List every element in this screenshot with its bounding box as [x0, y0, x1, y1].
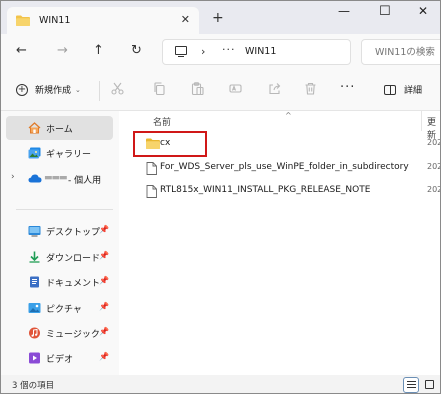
share-icon[interactable]	[268, 82, 281, 99]
tiles-view-button[interactable]	[422, 377, 438, 393]
more-options-button[interactable]: ···	[340, 80, 355, 95]
title-bar: WIN11 ✕ + — ☐ ✕	[1, 1, 440, 34]
cut-icon[interactable]	[111, 82, 124, 99]
pin-icon[interactable]: 📌	[99, 225, 109, 234]
details-label: 詳細	[404, 86, 423, 96]
delete-icon[interactable]	[304, 82, 317, 99]
sidebar-item-desktop[interactable]: デスクトップ 📌	[6, 219, 113, 243]
breadcrumb-current[interactable]: WIN11	[245, 46, 276, 57]
file-date: 202	[427, 162, 441, 171]
list-view-icon	[407, 381, 416, 389]
column-header-date[interactable]: 更新	[427, 115, 440, 141]
gallery-icon	[28, 147, 41, 159]
minimize-button[interactable]: —	[338, 4, 350, 18]
sidebar-item-onedrive[interactable]: › ▬▬▬ - 個人用	[6, 167, 113, 191]
command-bar: + 新規作成 ⌄ ··· 詳細	[1, 71, 440, 111]
sidebar-item-label: ギャラリー	[46, 150, 92, 160]
address-row: ← → ↑ ↻ › ··· WIN11	[1, 34, 440, 71]
redacted-account-name: ▬▬▬	[44, 173, 67, 183]
pin-icon[interactable]: 📌	[99, 352, 109, 361]
sidebar-divider	[16, 209, 113, 210]
sidebar-item-label: ホーム	[46, 125, 73, 135]
sort-ascending-icon: ^	[285, 111, 292, 120]
forward-button[interactable]: →	[57, 43, 68, 58]
details-pane-icon	[384, 84, 396, 95]
new-label: 新規作成	[35, 86, 72, 96]
item-count: 3 個の項目	[12, 381, 55, 391]
sidebar-item-pictures[interactable]: ピクチャ 📌	[6, 296, 113, 320]
search-box[interactable]	[361, 39, 440, 65]
sidebar-item-documents[interactable]: ドキュメント 📌	[6, 270, 113, 294]
details-view-button[interactable]	[403, 377, 419, 393]
expand-chevron-icon[interactable]: ›	[11, 172, 15, 182]
sidebar-item-label: ピクチャ	[46, 305, 82, 315]
sidebar-item-music[interactable]: ミュージック 📌	[6, 321, 113, 345]
file-list-pane: ^ 名前 更新 cx 202 For_WDS_Server_pls_use_Wi…	[119, 111, 441, 375]
close-button[interactable]: ✕	[418, 4, 428, 18]
back-button[interactable]: ←	[16, 43, 27, 58]
sidebar-item-gallery[interactable]: ギャラリー	[6, 141, 113, 165]
file-date: 202	[427, 138, 441, 147]
tab-close-icon[interactable]: ✕	[181, 13, 190, 26]
plus-icon: +	[16, 83, 28, 96]
tab-win11[interactable]: WIN11 ✕	[7, 7, 199, 34]
pin-icon[interactable]: 📌	[99, 276, 109, 285]
video-icon	[28, 352, 41, 364]
copy-icon[interactable]	[153, 82, 166, 99]
sidebar-item-label: ミュージック	[46, 330, 100, 340]
pin-icon[interactable]: 📌	[99, 251, 109, 260]
maximize-button[interactable]: ☐	[379, 4, 391, 19]
file-row[interactable]: For_WDS_Server_pls_use_WinPE_folder_in_s…	[133, 157, 441, 179]
sidebar-item-downloads[interactable]: ダウンロード 📌	[6, 245, 113, 269]
sidebar-item-label: デスクトップ	[46, 228, 101, 238]
file-icon	[146, 185, 159, 198]
tiles-view-icon	[425, 380, 434, 389]
sidebar-item-label: ビデオ	[46, 355, 74, 365]
sidebar-item-label: ダウンロード	[46, 254, 101, 264]
toolbar-divider	[99, 81, 100, 101]
navigation-pane: ホーム ギャラリー › ▬▬▬ - 個人用 デスクトップ 📌 ダウンロード 📌 …	[1, 111, 119, 375]
refresh-button[interactable]: ↻	[131, 43, 142, 58]
new-tab-button[interactable]: +	[212, 10, 224, 26]
sidebar-item-home[interactable]: ホーム	[6, 116, 113, 140]
new-button[interactable]: + 新規作成 ⌄	[16, 83, 81, 96]
column-divider[interactable]	[421, 111, 422, 131]
pictures-icon	[28, 302, 41, 314]
desktop-icon	[28, 225, 41, 237]
pin-icon[interactable]: 📌	[99, 327, 109, 336]
folder-icon	[16, 15, 30, 26]
sidebar-item-label: ドキュメント	[46, 279, 101, 289]
computer-icon	[175, 46, 187, 57]
file-explorer-window: WIN11 ✕ + — ☐ ✕ ← → ↑ ↻ › ··· WIN11 + 新規…	[0, 0, 441, 394]
status-bar: 3 個の項目	[1, 375, 440, 393]
tab-title: WIN11	[39, 15, 71, 26]
selection-highlight-box	[133, 131, 207, 157]
file-date: 202	[427, 185, 441, 194]
file-name: RTL815x_WIN11_INSTALL_PKG_RELEASE_NOTE	[160, 185, 371, 195]
up-button[interactable]: ↑	[93, 43, 104, 58]
file-row[interactable]: RTL815x_WIN11_INSTALL_PKG_RELEASE_NOTE 2…	[133, 180, 441, 202]
paste-icon[interactable]	[191, 82, 204, 99]
pin-icon[interactable]: 📌	[99, 302, 109, 311]
home-icon	[28, 122, 41, 134]
file-name: For_WDS_Server_pls_use_WinPE_folder_in_s…	[160, 162, 409, 172]
music-icon	[28, 327, 41, 339]
sidebar-item-label: - 個人用	[68, 176, 102, 186]
rename-icon[interactable]	[229, 82, 242, 99]
search-input[interactable]	[362, 40, 440, 64]
onedrive-icon	[28, 173, 42, 185]
details-pane-button[interactable]: 詳細	[384, 83, 422, 96]
download-icon	[28, 251, 41, 263]
file-icon	[146, 162, 159, 175]
breadcrumb-separator: ›	[201, 45, 206, 58]
sidebar-item-videos[interactable]: ビデオ 📌	[6, 346, 113, 370]
breadcrumb-overflow-button[interactable]: ···	[222, 43, 236, 56]
document-icon	[28, 276, 41, 288]
address-bar[interactable]: › ··· WIN11	[162, 39, 351, 65]
chevron-down-icon: ⌄	[75, 85, 81, 94]
